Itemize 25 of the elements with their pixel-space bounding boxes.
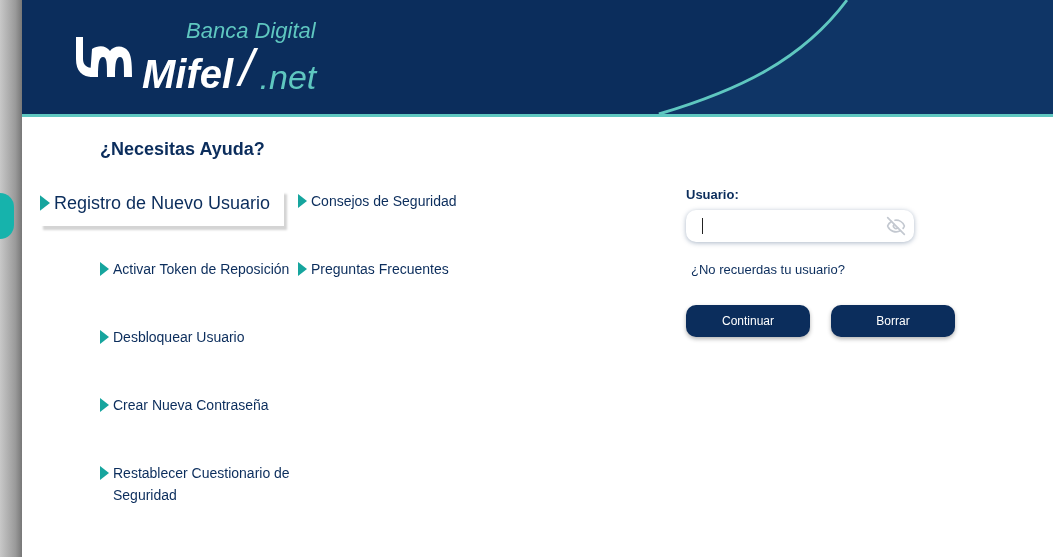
help-title: ¿Necesitas Ayuda? [100,139,266,160]
selected-help-link[interactable]: Registro de Nuevo Usuario [40,190,285,226]
triangle-icon [100,398,109,412]
logo-tagline: Banca Digital [186,20,317,42]
username-field[interactable] [686,210,914,242]
round-marker [0,193,14,239]
triangle-icon [298,194,307,208]
logo-brand: Mifel [142,54,234,94]
logo-suffix: .net [259,60,317,94]
help-link[interactable]: Crear Nueva Contraseña [100,394,290,440]
triangle-icon [100,262,109,276]
triangle-icon [100,466,109,480]
triangle-icon [100,330,109,344]
field-label: Usuario: [686,187,740,202]
clear-button[interactable]: Borrar [831,305,955,337]
help-link[interactable]: Restablecer Cuestionario de Seguridad [100,462,290,508]
help-link[interactable]: Consejos de Seguridad [298,190,488,236]
triangle-icon [298,262,307,276]
forgot-user-link[interactable]: ¿No recuerdas tu usuario? [691,262,955,277]
continue-button[interactable]: Continuar [686,305,810,337]
help-link[interactable]: Desbloquear Usuario [100,326,290,372]
hidden-eye-icon[interactable] [886,216,906,236]
triangle-icon [40,195,50,211]
help-link[interactable]: Preguntas Frecuentes [298,258,488,304]
help-link[interactable]: Activar Token de Reposición [100,258,290,304]
